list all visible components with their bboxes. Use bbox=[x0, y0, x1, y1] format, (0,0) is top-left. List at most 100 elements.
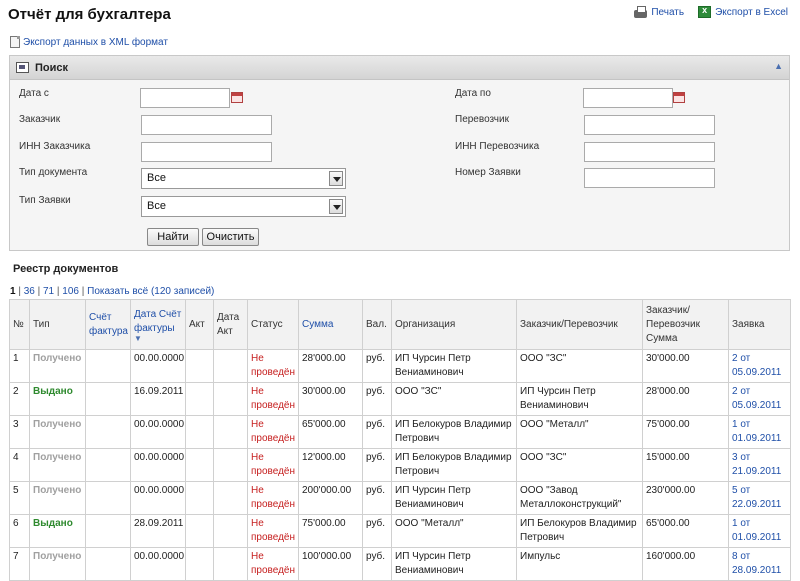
cell-type: Получено bbox=[29, 481, 86, 515]
cell-currency: руб. bbox=[362, 415, 392, 449]
date-from-label: Дата с bbox=[19, 88, 49, 99]
search-panel-title: Поиск bbox=[35, 61, 69, 74]
cell-invoice-date: 00.00.0000 bbox=[130, 349, 186, 383]
cell-status: Не проведён bbox=[247, 415, 299, 449]
registry-title: Реестр документов bbox=[13, 263, 119, 275]
pager-link-106[interactable]: 106 bbox=[62, 286, 79, 297]
pager: 1 | 36 | 71 | 106 | Показать всё (120 за… bbox=[10, 286, 215, 297]
col-party: Заказчик/Перевозчик bbox=[516, 299, 643, 350]
search-panel-header[interactable]: Поиск bbox=[10, 56, 789, 80]
excel-label: Экспорт в Excel bbox=[715, 6, 788, 18]
pager-link-71[interactable]: 71 bbox=[43, 286, 54, 297]
col-org: Организация bbox=[391, 299, 517, 350]
cell-act-date bbox=[213, 448, 248, 482]
cell-party: ИП Белокуров Владимир Петрович bbox=[516, 514, 643, 548]
top-actions: Печать Экспорт в Excel bbox=[634, 5, 788, 18]
customer-label: Заказчик bbox=[19, 114, 61, 125]
cell-party-sum: 75'000.00 bbox=[642, 415, 729, 449]
customer-input[interactable] bbox=[141, 115, 272, 135]
col-type: Тип bbox=[29, 299, 86, 350]
cell-sum: 30'000.00 bbox=[298, 382, 363, 416]
cell-sum: 65'000.00 bbox=[298, 415, 363, 449]
cell-num: 2 bbox=[9, 382, 30, 416]
chevron-down-icon bbox=[329, 171, 343, 186]
cell-request[interactable]: 1 от 01.09.2011 bbox=[728, 514, 791, 548]
doc-type-select[interactable]: Все bbox=[141, 168, 346, 189]
col-invoice-date[interactable]: Дата Счёт фактуры ▼ bbox=[130, 299, 186, 350]
cell-num: 4 bbox=[9, 448, 30, 482]
cell-act bbox=[185, 382, 214, 416]
cell-sum: 12'000.00 bbox=[298, 448, 363, 482]
cell-act bbox=[185, 547, 214, 581]
cell-sum: 100'000.00 bbox=[298, 547, 363, 581]
cell-currency: руб. bbox=[362, 514, 392, 548]
cell-request[interactable]: 2 от 05.09.2011 bbox=[728, 349, 791, 383]
chevron-down-icon bbox=[329, 199, 343, 214]
doc-type-label: Тип документа bbox=[19, 167, 88, 178]
cell-request[interactable]: 3 от 21.09.2011 bbox=[728, 448, 791, 482]
date-from-calendar-icon[interactable] bbox=[231, 92, 243, 103]
request-type-label: Тип Заявки bbox=[19, 195, 71, 206]
cell-invoice bbox=[85, 514, 131, 548]
document-icon bbox=[10, 36, 20, 48]
request-type-value: Все bbox=[147, 200, 166, 212]
excel-export-link[interactable]: Экспорт в Excel bbox=[698, 5, 788, 18]
cell-currency: руб. bbox=[362, 448, 392, 482]
cell-request[interactable]: 1 от 01.09.2011 bbox=[728, 415, 791, 449]
cell-org: ИП Чурсин Петр Вениаминович bbox=[391, 481, 517, 515]
carrier-inn-input[interactable] bbox=[584, 142, 715, 162]
table-row: 6 Выдано 28.09.2011 Не проведён 75'000.00 руб… bbox=[9, 514, 791, 548]
xml-export-link[interactable]: Экспорт данных в XML формат bbox=[10, 36, 168, 48]
cell-invoice-date: 00.00.0000 bbox=[130, 448, 186, 482]
documents-table: № Тип Счёт фактура Дата Счёт фактуры ▼ А… bbox=[9, 299, 791, 581]
date-from-input[interactable] bbox=[140, 88, 230, 108]
clear-button[interactable]: Очистить bbox=[202, 228, 259, 246]
table-row: 1 Получено 00.00.0000 Не проведён 28'000.00 р… bbox=[9, 349, 791, 383]
cell-act bbox=[185, 448, 214, 482]
print-label: Печать bbox=[651, 6, 685, 18]
carrier-input[interactable] bbox=[584, 115, 715, 135]
cell-act-date bbox=[213, 415, 248, 449]
date-to-input[interactable] bbox=[583, 88, 673, 108]
cell-sum: 28'000.00 bbox=[298, 349, 363, 383]
cell-act bbox=[185, 415, 214, 449]
collapse-icon[interactable]: ▲ bbox=[774, 61, 783, 71]
cell-request[interactable]: 8 от 28.09.2011 bbox=[728, 547, 791, 581]
cell-party-sum: 230'000.00 bbox=[642, 481, 729, 515]
cell-num: 1 bbox=[9, 349, 30, 383]
cell-currency: руб. bbox=[362, 547, 392, 581]
customer-inn-input[interactable] bbox=[141, 142, 272, 162]
cell-status: Не проведён bbox=[247, 448, 299, 482]
col-request: Заявка bbox=[728, 299, 791, 350]
col-sum[interactable]: Сумма bbox=[298, 299, 363, 350]
cell-org: ИП Чурсин Петр Вениаминович bbox=[391, 349, 517, 383]
pager-link-36[interactable]: 36 bbox=[24, 286, 35, 297]
cell-invoice-date: 28.09.2011 bbox=[130, 514, 186, 548]
date-to-calendar-icon[interactable] bbox=[673, 92, 685, 103]
cell-currency: руб. bbox=[362, 481, 392, 515]
find-button[interactable]: Найти bbox=[147, 228, 199, 246]
col-invoice[interactable]: Счёт фактура bbox=[85, 299, 131, 350]
table-row: 2 Выдано 16.09.2011 Не проведён 30'000.00 руб… bbox=[9, 382, 791, 416]
print-link[interactable]: Печать bbox=[634, 5, 685, 18]
cell-act-date bbox=[213, 547, 248, 581]
cell-type: Выдано bbox=[29, 514, 86, 548]
cell-num: 6 bbox=[9, 514, 30, 548]
cell-act bbox=[185, 481, 214, 515]
cell-request[interactable]: 5 от 22.09.2011 bbox=[728, 481, 791, 515]
cell-status: Не проведён bbox=[247, 349, 299, 383]
table-header-row: № Тип Счёт фактура Дата Счёт фактуры ▼ А… bbox=[9, 299, 791, 350]
pager-current: 1 bbox=[10, 286, 16, 297]
cell-type: Получено bbox=[29, 415, 86, 449]
table-row: 7 Получено 00.00.0000 Не проведён 100'000.00… bbox=[9, 547, 791, 581]
request-number-input[interactable] bbox=[584, 168, 715, 188]
pager-show-all[interactable]: Показать всё (120 записей) bbox=[87, 286, 214, 297]
request-type-select[interactable]: Все bbox=[141, 196, 346, 217]
cell-type: Выдано bbox=[29, 382, 86, 416]
col-currency: Вал. bbox=[362, 299, 392, 350]
cell-request[interactable]: 2 от 05.09.2011 bbox=[728, 382, 791, 416]
cell-act-date bbox=[213, 481, 248, 515]
sort-desc-icon: ▼ bbox=[134, 333, 142, 343]
cell-org: ИП Белокуров Владимир Петрович bbox=[391, 415, 517, 449]
printer-icon bbox=[634, 5, 648, 18]
